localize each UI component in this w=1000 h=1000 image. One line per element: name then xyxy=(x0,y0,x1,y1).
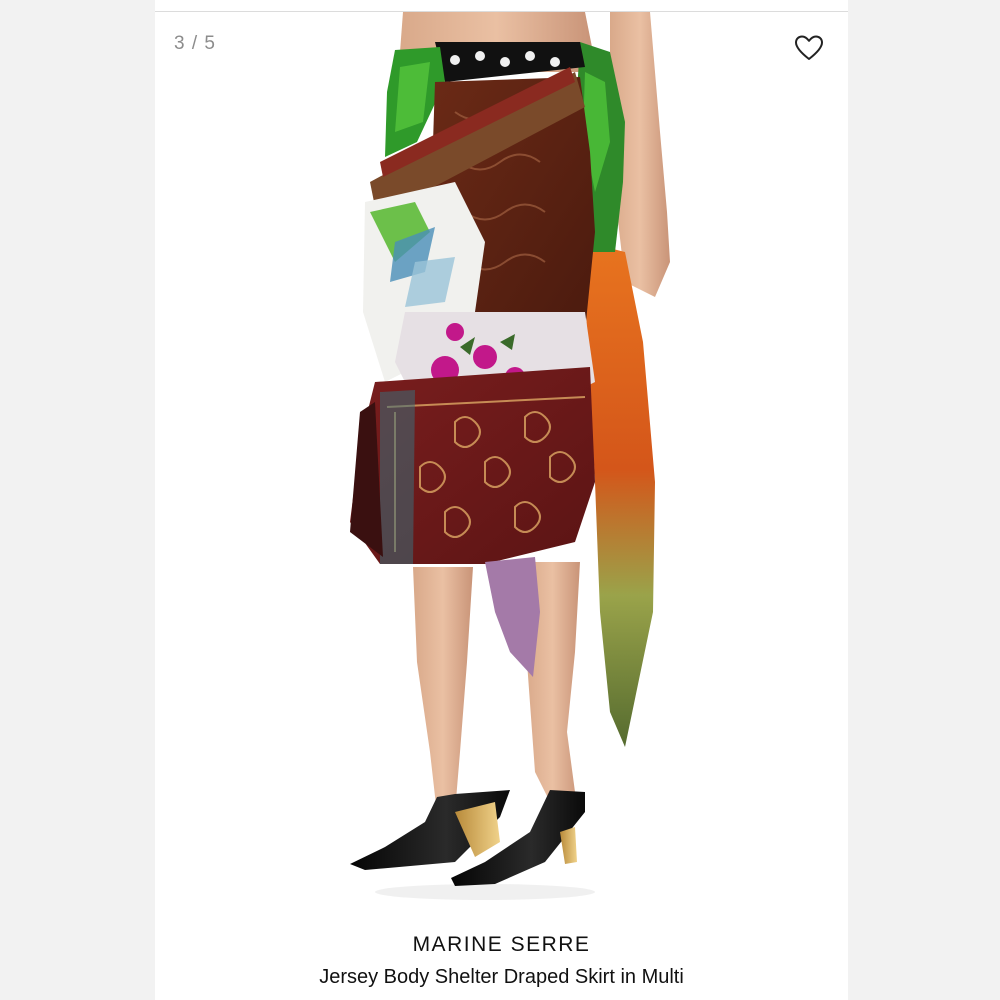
price-line-cutoff xyxy=(155,994,848,1000)
image-counter: 3 / 5 xyxy=(174,33,216,54)
favorite-button[interactable] xyxy=(794,34,824,62)
product-gallery-card: 3 / 5 MARINE SERRE Jersey Body Shelter D… xyxy=(155,0,848,1000)
product-title[interactable]: Jersey Body Shelter Draped Skirt in Mult… xyxy=(155,966,848,989)
brand-name[interactable]: MARINE SERRE xyxy=(155,933,848,957)
product-image[interactable] xyxy=(155,12,848,917)
heart-outline-icon xyxy=(795,35,823,60)
